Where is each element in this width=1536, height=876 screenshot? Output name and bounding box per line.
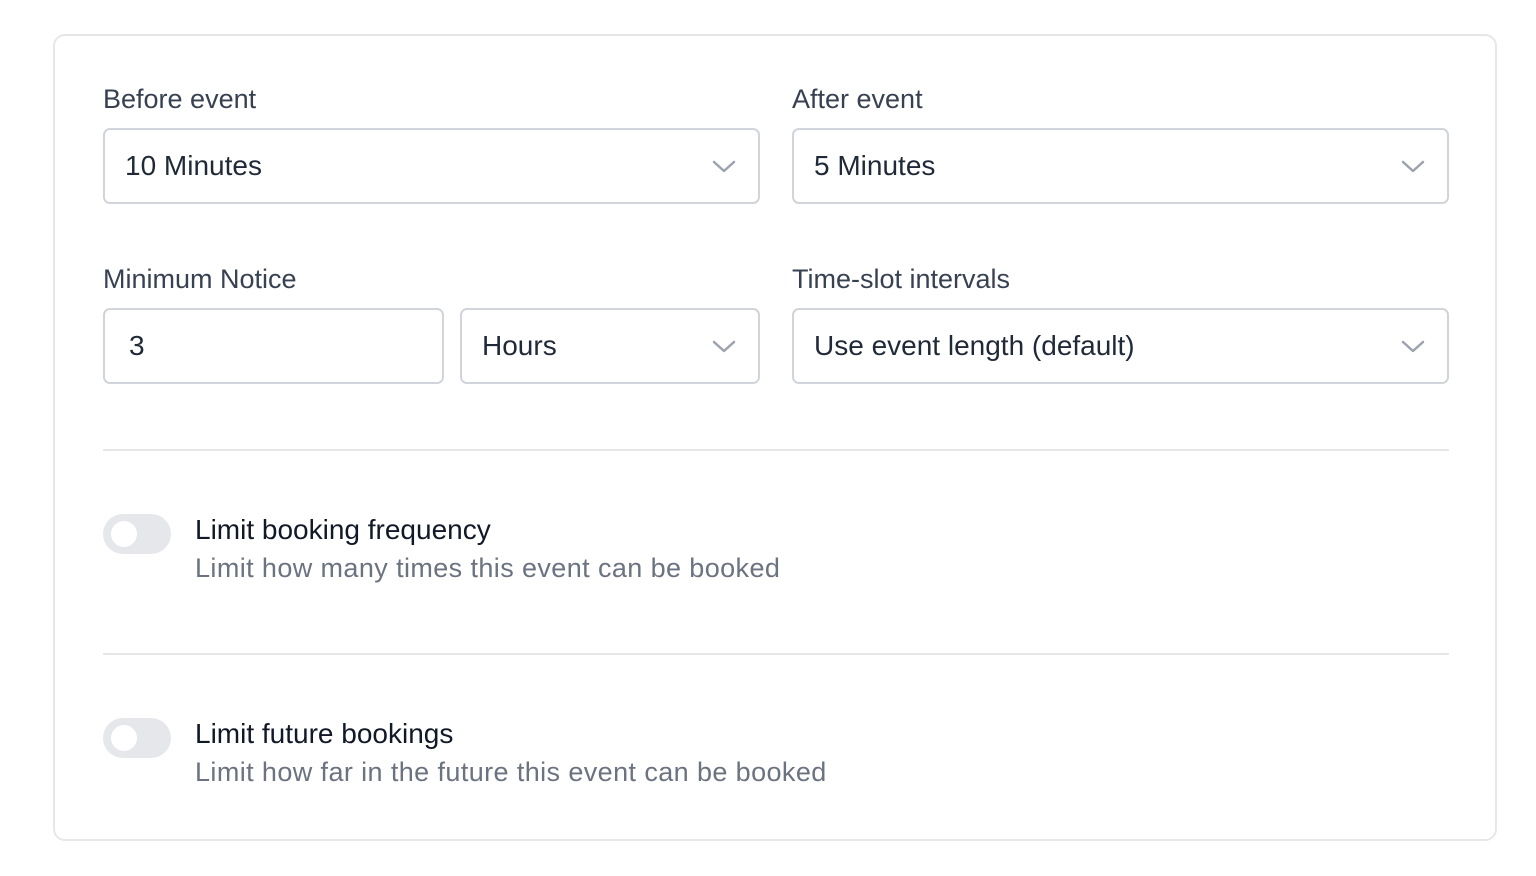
after-event-value: 5 Minutes xyxy=(814,150,936,181)
section-divider xyxy=(103,653,1449,655)
toggle-knob xyxy=(111,521,137,547)
section-divider xyxy=(103,449,1449,451)
chevron-down-icon xyxy=(710,332,738,360)
limit-booking-frequency-toggle[interactable] xyxy=(103,514,171,554)
chevron-down-icon xyxy=(1399,332,1427,360)
after-event-label: After event xyxy=(792,84,923,114)
before-event-value: 10 Minutes xyxy=(125,150,262,181)
limit-future-bookings-title: Limit future bookings xyxy=(195,718,454,749)
minimum-notice-unit-value: Hours xyxy=(482,330,557,361)
limits-settings-card: Before event 10 Minutes After event 5 Mi… xyxy=(53,34,1497,841)
toggle-knob xyxy=(111,725,137,751)
time-slot-intervals-value: Use event length (default) xyxy=(814,330,1135,361)
chevron-down-icon xyxy=(710,152,738,180)
minimum-notice-amount-value: 3 xyxy=(129,330,145,361)
after-event-select[interactable]: 5 Minutes xyxy=(792,128,1449,204)
time-slot-intervals-label: Time-slot intervals xyxy=(792,264,1011,294)
before-event-select[interactable]: 10 Minutes xyxy=(103,128,760,204)
minimum-notice-unit-select[interactable]: Hours xyxy=(460,308,760,384)
limit-future-bookings-description: Limit how far in the future this event c… xyxy=(195,757,827,787)
limit-booking-frequency-description: Limit how many times this event can be b… xyxy=(195,553,781,583)
chevron-down-icon xyxy=(1399,152,1427,180)
limit-future-bookings-toggle[interactable] xyxy=(103,718,171,758)
before-event-label: Before event xyxy=(103,84,257,114)
minimum-notice-amount-input[interactable]: 3 xyxy=(103,308,444,384)
minimum-notice-label: Minimum Notice xyxy=(103,264,297,294)
time-slot-intervals-select[interactable]: Use event length (default) xyxy=(792,308,1449,384)
limit-booking-frequency-title: Limit booking frequency xyxy=(195,514,491,545)
